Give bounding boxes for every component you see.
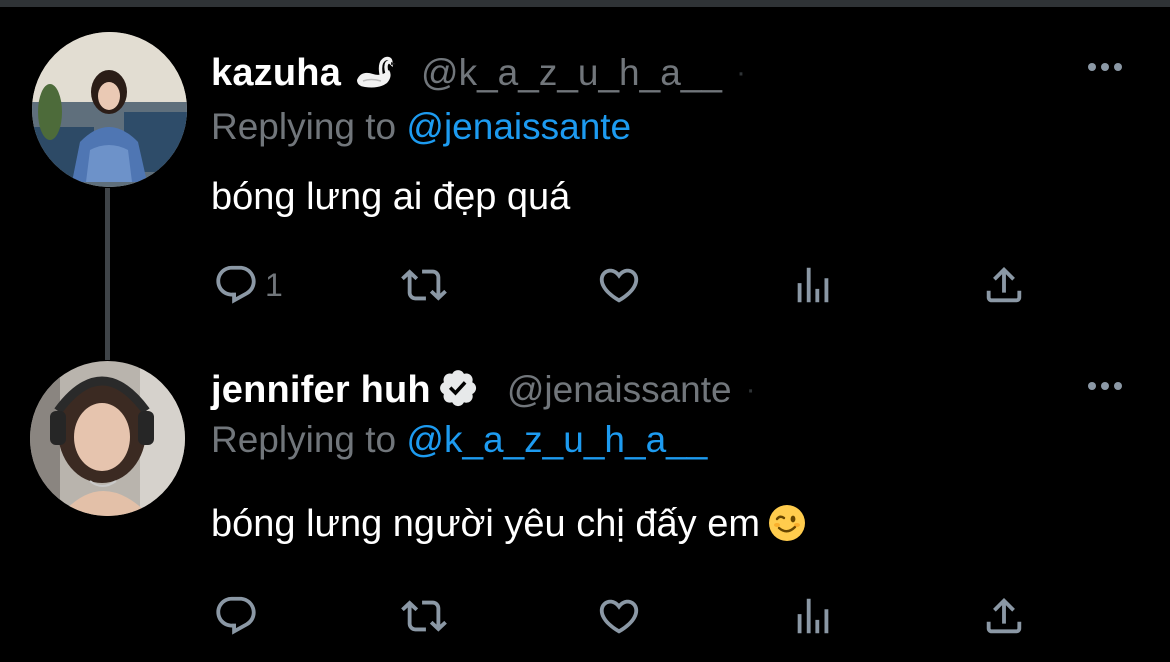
retweet-icon (401, 600, 447, 632)
share-button[interactable] (981, 260, 1027, 310)
tweet-text: bóng lưng ai đẹp quá (211, 176, 571, 218)
reply-count: 1 (265, 266, 283, 303)
avatar[interactable] (32, 32, 187, 187)
display-name[interactable]: jennifer huh (211, 369, 431, 412)
replying-to-line: Replying to @jenaissante (211, 106, 631, 148)
views-icon (797, 598, 829, 634)
share-icon (986, 266, 1022, 303)
separator-dot: · (735, 56, 746, 89)
more-options-button[interactable] (1088, 59, 1128, 75)
swan-emoji (351, 56, 397, 90)
share-button[interactable] (981, 591, 1027, 641)
replying-to-line: Replying to @k_a_z_u_h_a__ (211, 419, 707, 461)
replying-to-link[interactable]: @jenaissante (406, 106, 631, 147)
tweet-header: kazuha @k_a_z_u_h_a__ · (211, 48, 746, 98)
avatar-photo (30, 361, 185, 516)
verified-badge-icon (437, 367, 483, 413)
separator-dot: · (745, 373, 756, 406)
more-icon (1088, 63, 1096, 71)
tweet[interactable]: jennifer huh @jenaissante · Replying to … (0, 345, 1170, 662)
replying-to-label: Replying to (211, 419, 397, 460)
views-icon (797, 267, 829, 303)
handle[interactable]: @k_a_z_u_h_a__ (421, 52, 722, 94)
like-icon (599, 268, 639, 303)
reply-icon (216, 265, 256, 304)
avatar[interactable] (30, 361, 185, 516)
retweet-icon (401, 269, 447, 301)
like-icon (599, 599, 639, 634)
tweet-text: bóng lưng người yêu chị đấy em (211, 503, 760, 545)
action-bar: 1 (211, 260, 1041, 310)
tweet-text-container: bóng lưng người yêu chị đấy em (211, 503, 806, 546)
reply-button[interactable]: 1 (213, 260, 283, 310)
like-button[interactable] (596, 260, 642, 310)
more-icon (1088, 382, 1096, 390)
avatar-photo (32, 32, 187, 187)
retweet-button[interactable] (401, 260, 447, 310)
share-icon (986, 597, 1022, 634)
wink-emoji (768, 504, 806, 542)
reply-icon (216, 596, 256, 635)
display-name[interactable]: kazuha (211, 52, 341, 95)
handle[interactable]: @jenaissante (507, 369, 732, 411)
retweet-button[interactable] (401, 591, 447, 641)
tweet[interactable]: kazuha @k_a_z_u_h_a__ · Replying to @jen… (0, 0, 1170, 345)
reply-button[interactable] (213, 591, 265, 641)
like-button[interactable] (596, 591, 642, 641)
views-button[interactable] (790, 591, 836, 641)
views-button[interactable] (790, 260, 836, 310)
replying-to-link[interactable]: @k_a_z_u_h_a__ (406, 419, 707, 460)
more-options-button[interactable] (1088, 378, 1128, 394)
replying-to-label: Replying to (211, 106, 397, 147)
tweet-header: jennifer huh @jenaissante · (211, 365, 756, 415)
action-bar (211, 591, 1041, 641)
